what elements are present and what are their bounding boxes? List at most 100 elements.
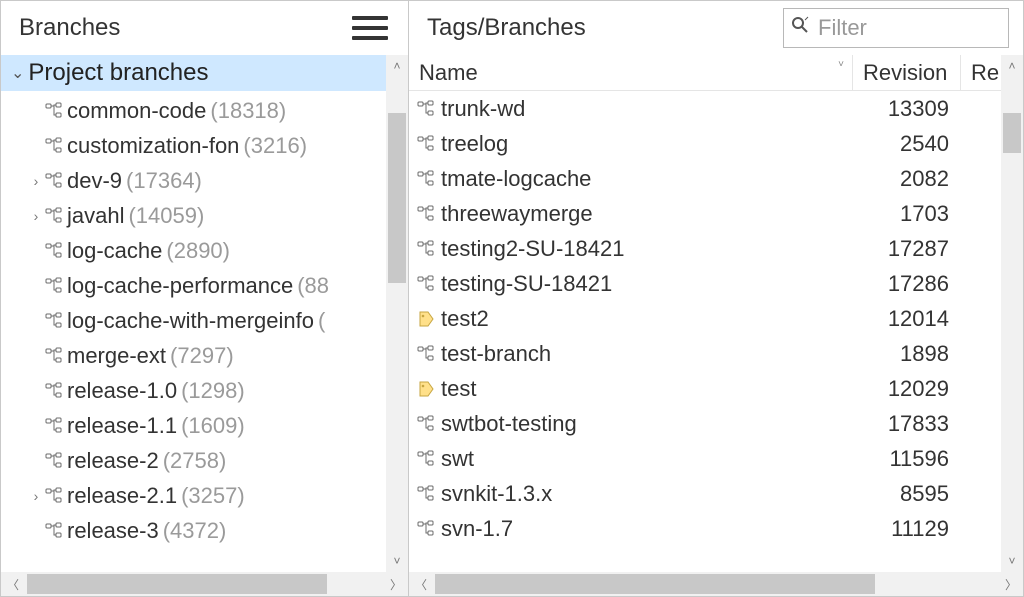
tags-vertical-scrollbar[interactable]: ˄ ˅ <box>1001 55 1023 572</box>
scroll-right-icon[interactable]: 〉 <box>999 572 1023 596</box>
chevron-right-icon[interactable]: › <box>29 488 43 504</box>
chevron-right-icon[interactable]: › <box>29 208 43 224</box>
table-row[interactable]: threewaymerge1703 <box>409 196 1001 231</box>
branch-icon <box>45 277 63 295</box>
branch-icon <box>45 417 63 435</box>
tree-item[interactable]: log-cache-with-mergeinfo( <box>1 303 386 338</box>
cell-revision: 12014 <box>853 306 961 332</box>
branch-icon <box>45 207 63 225</box>
table-row[interactable]: swt11596 <box>409 441 1001 476</box>
table-row[interactable]: svn-1.7 11129 <box>409 511 1001 546</box>
cell-name: testing2-SU-18421 <box>409 236 853 262</box>
row-name: test-branch <box>441 341 551 367</box>
tree-item-count: (14059) <box>128 203 204 229</box>
table-row[interactable]: svnkit-1.3.x8595 <box>409 476 1001 511</box>
row-name: test2 <box>441 306 489 332</box>
tree-item[interactable]: customization-fon(3216) <box>1 128 386 163</box>
branch-icon <box>417 345 435 363</box>
row-name: swt <box>441 446 474 472</box>
branch-icon <box>417 170 435 188</box>
branch-icon <box>45 172 63 190</box>
table-row[interactable]: testing2-SU-1842117287 <box>409 231 1001 266</box>
tree-item-label: customization-fon <box>67 133 239 159</box>
tree-item[interactable]: log-cache(2890) <box>1 233 386 268</box>
tree-item[interactable]: ›dev-9(17364) <box>1 163 386 198</box>
chevron-right-icon[interactable]: › <box>29 173 43 189</box>
cell-name: test-branch <box>409 341 853 367</box>
tree-item-count: ( <box>318 308 325 334</box>
tree-item-label: merge-ext <box>67 343 166 369</box>
cell-revision: 17286 <box>853 271 961 297</box>
scroll-left-icon[interactable]: 〈 <box>409 572 433 596</box>
scrollbar-thumb[interactable] <box>388 113 406 283</box>
tree-item[interactable]: common-code(18318) <box>1 93 386 128</box>
row-name: svn-1.7 <box>441 516 513 542</box>
table-row[interactable]: test2 12014 <box>409 301 1001 336</box>
scroll-right-icon[interactable]: 〉 <box>384 572 408 596</box>
column-revision-label: Revision <box>863 60 947 86</box>
row-name: testing2-SU-18421 <box>441 236 624 262</box>
tree-root[interactable]: ⌄ Project branches <box>1 55 386 91</box>
branch-icon <box>417 485 435 503</box>
scrollbar-thumb[interactable] <box>27 574 327 594</box>
branch-icon <box>417 205 435 223</box>
tree-item[interactable]: release-2(2758) <box>1 443 386 478</box>
filter-input[interactable] <box>816 14 1024 42</box>
scrollbar-thumb[interactable] <box>1003 113 1021 153</box>
table-row[interactable]: tmate-logcache2082 <box>409 161 1001 196</box>
cell-revision: 11129 <box>853 516 961 542</box>
scroll-up-icon[interactable]: ˄ <box>1001 55 1023 77</box>
app-root: Branches ⌄ Project branches common-code(… <box>0 0 1024 597</box>
branch-icon <box>45 102 63 120</box>
table-row[interactable]: test-branch1898 <box>409 336 1001 371</box>
tree-item[interactable]: ›javahl(14059) <box>1 198 386 233</box>
table-row[interactable]: swtbot-testing17833 <box>409 406 1001 441</box>
tags-horizontal-scrollbar[interactable]: 〈 〉 <box>409 572 1023 596</box>
branch-icon <box>417 100 435 118</box>
column-header-name[interactable]: Name ˅ <box>409 55 853 90</box>
column-header-revision[interactable]: Revision <box>853 55 961 90</box>
branches-horizontal-scrollbar[interactable]: 〈 〉 <box>1 572 408 596</box>
tags-branches-title: Tags/Branches <box>427 14 586 42</box>
cell-name: swtbot-testing <box>409 411 853 437</box>
tree-item[interactable]: ›release-2.1(3257) <box>1 478 386 513</box>
scroll-down-icon[interactable]: ˅ <box>1001 550 1023 572</box>
cell-revision: 13309 <box>853 96 961 122</box>
tree-item-count: (1609) <box>181 413 245 439</box>
tree-list: common-code(18318)customization-fon(3216… <box>1 91 386 548</box>
table-row[interactable]: test12029 <box>409 371 1001 406</box>
tree-item[interactable]: merge-ext(7297) <box>1 338 386 373</box>
cell-name: testing-SU-18421 <box>409 271 853 297</box>
branches-tree-container: ⌄ Project branches common-code(18318)cus… <box>1 55 408 572</box>
tree-item[interactable]: release-1.0(1298) <box>1 373 386 408</box>
cell-name: threewaymerge <box>409 201 853 227</box>
row-name: test <box>441 376 476 402</box>
column-header-rest[interactable]: Re <box>961 55 1001 90</box>
branches-vertical-scrollbar[interactable]: ˄ ˅ <box>386 55 408 572</box>
chevron-down-icon[interactable]: ⌄ <box>11 63 24 83</box>
tree-item-label: release-2.1 <box>67 483 177 509</box>
scroll-left-icon[interactable]: 〈 <box>1 572 25 596</box>
menu-icon[interactable] <box>352 10 388 46</box>
cell-name: swt <box>409 446 853 472</box>
branch-icon <box>417 240 435 258</box>
tags-branches-pane: Tags/Branches Name ˅ <box>409 1 1023 596</box>
branches-title: Branches <box>19 14 120 42</box>
branch-icon <box>45 347 63 365</box>
tree-item-label: release-1.0 <box>67 378 177 404</box>
scroll-down-icon[interactable]: ˅ <box>386 550 408 572</box>
cell-name: treelog <box>409 131 853 157</box>
scroll-up-icon[interactable]: ˄ <box>386 55 408 77</box>
table-row[interactable]: testing-SU-1842117286 <box>409 266 1001 301</box>
tree-item[interactable]: release-3(4372) <box>1 513 386 548</box>
branches-tree[interactable]: ⌄ Project branches common-code(18318)cus… <box>1 55 386 572</box>
tree-item-count: (4372) <box>163 518 227 544</box>
tree-item[interactable]: release-1.1(1609) <box>1 408 386 443</box>
tree-item[interactable]: log-cache-performance(88 <box>1 268 386 303</box>
scrollbar-thumb[interactable] <box>435 574 875 594</box>
tree-item-label: release-2 <box>67 448 159 474</box>
table-row[interactable]: trunk-wd13309 <box>409 91 1001 126</box>
cell-name: tmate-logcache <box>409 166 853 192</box>
table-row[interactable]: treelog2540 <box>409 126 1001 161</box>
tree-item-count: (2758) <box>163 448 227 474</box>
